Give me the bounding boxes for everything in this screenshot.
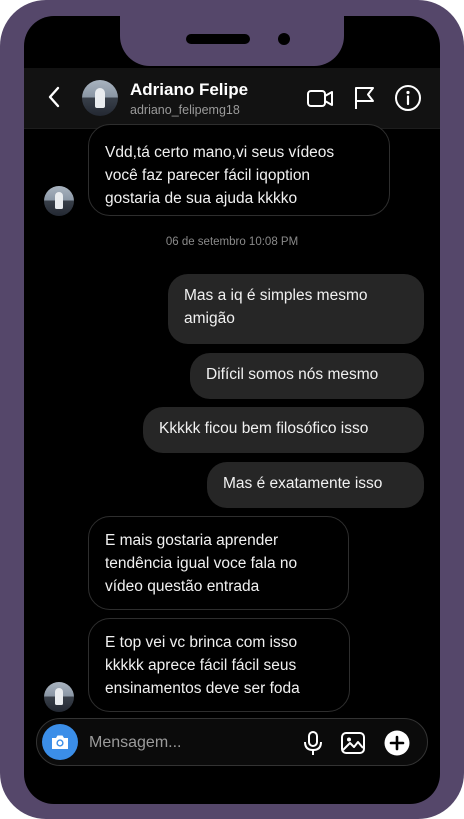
message-bubble-received[interactable]: E top vei vc brinca com isso kkkkk aprec… bbox=[88, 618, 350, 712]
contact-username: adriano_felipemg18 bbox=[130, 103, 240, 117]
message-text: Difícil somos nós mesmo bbox=[206, 366, 379, 383]
message-composer bbox=[36, 718, 428, 766]
message-text: E mais gostaria aprender bbox=[105, 532, 279, 549]
home-indicator bbox=[164, 790, 300, 794]
message-bubble-received[interactable]: E mais gostaria aprender tendência igual… bbox=[88, 516, 349, 610]
voice-message-button[interactable] bbox=[299, 729, 327, 757]
message-text: ensinamentos deve ser foda bbox=[105, 680, 300, 697]
info-button[interactable] bbox=[394, 84, 422, 112]
avatar[interactable] bbox=[82, 80, 118, 116]
message-bubble-sent[interactable]: Mas é exatamente isso bbox=[207, 462, 424, 508]
message-text: kkkkk aprece fácil fácil seus bbox=[105, 657, 297, 674]
message-text: você faz parecer fácil iqoption bbox=[105, 167, 311, 184]
contact-name[interactable]: Adriano Felipe bbox=[130, 80, 248, 100]
chat-header: Adriano Felipe adriano_felipemg18 bbox=[24, 68, 440, 129]
flag-icon bbox=[355, 87, 374, 109]
message-text: gostaria de sua ajuda kkkko bbox=[105, 190, 298, 207]
message-input[interactable] bbox=[87, 728, 291, 758]
chevron-left-icon bbox=[48, 86, 60, 108]
message-text: Vdd,tá certo mano,vi seus vídeos bbox=[105, 144, 335, 161]
message-text: vídeo questão entrada bbox=[105, 578, 260, 595]
message-text: amigão bbox=[184, 310, 235, 327]
message-text: E top vei vc brinca com isso bbox=[105, 634, 298, 651]
avatar[interactable] bbox=[44, 682, 74, 712]
image-icon bbox=[341, 732, 365, 754]
video-camera-icon bbox=[307, 90, 333, 107]
avatar[interactable] bbox=[44, 186, 74, 216]
chat-screen: Adriano Felipe adriano_felipemg18 Vdd,tá… bbox=[24, 16, 440, 804]
message-timestamp: 06 de setembro 10:08 PM bbox=[165, 236, 299, 248]
message-text: tendência igual voce fala no bbox=[105, 555, 298, 572]
video-call-button[interactable] bbox=[306, 84, 334, 112]
microphone-icon bbox=[304, 731, 322, 755]
report-button[interactable] bbox=[350, 84, 378, 112]
phone-notch bbox=[120, 16, 344, 66]
message-bubble-received[interactable]: Vdd,tá certo mano,vi seus vídeos você fa… bbox=[88, 124, 390, 216]
message-text: Mas é exatamente isso bbox=[223, 475, 383, 492]
info-icon bbox=[395, 85, 421, 111]
back-button[interactable] bbox=[42, 84, 68, 110]
message-bubble-sent[interactable]: Kkkkk ficou bem filosófico isso bbox=[143, 407, 424, 453]
message-bubble-sent[interactable]: Difícil somos nós mesmo bbox=[190, 353, 424, 399]
message-text: Kkkkk ficou bem filosófico isso bbox=[159, 420, 369, 437]
gallery-button[interactable] bbox=[339, 729, 367, 757]
camera-icon bbox=[52, 735, 68, 749]
camera-button[interactable] bbox=[42, 724, 78, 760]
more-options-button[interactable] bbox=[383, 729, 411, 757]
plus-circle-icon bbox=[384, 730, 410, 756]
message-bubble-sent[interactable]: Mas a iq é simples mesmo amigão bbox=[168, 274, 424, 344]
message-text: Mas a iq é simples mesmo bbox=[184, 287, 368, 304]
